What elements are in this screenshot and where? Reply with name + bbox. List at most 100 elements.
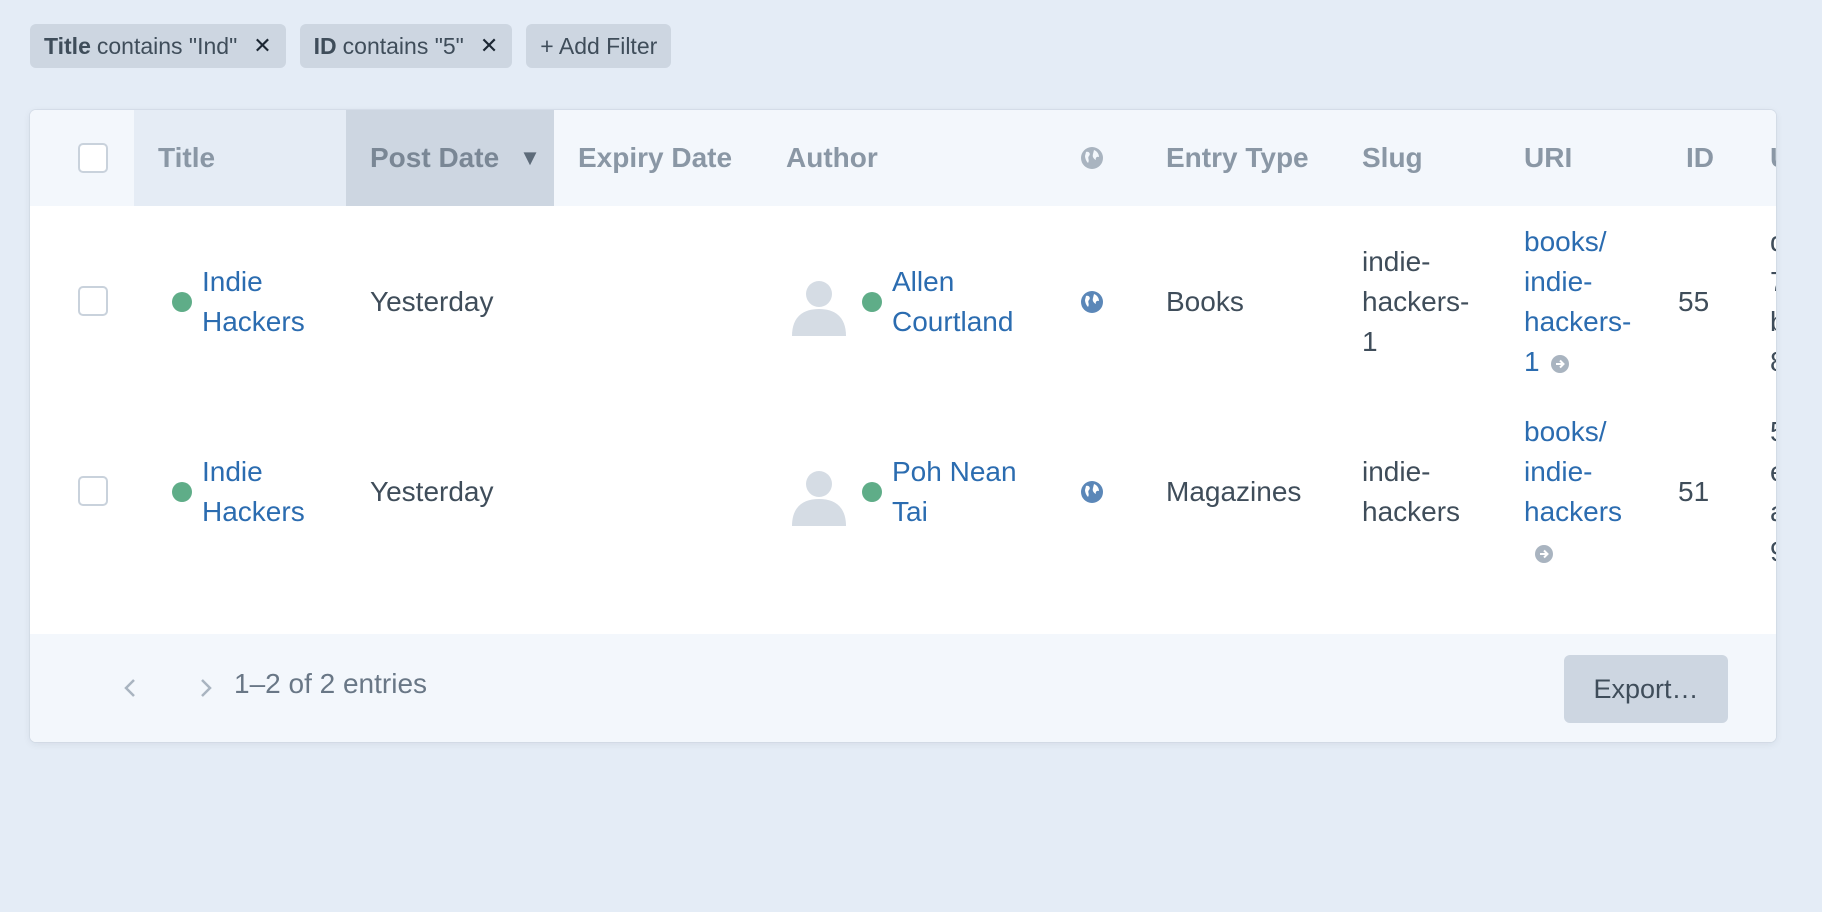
uid-text: 59 (1770, 412, 1776, 452)
entry-title-link[interactable]: Indie Hackers (202, 452, 305, 532)
column-label: Author (786, 142, 878, 173)
author-link[interactable]: Poh Nean Tai (892, 452, 1017, 532)
post-date-cell: Yesterday (370, 476, 494, 507)
previous-page-button[interactable] (110, 664, 150, 712)
uri-link[interactable]: books/ indie- hackers (1524, 412, 1622, 572)
table-row[interactable]: Indie Hackers Yesterday Allen Courtland … (30, 206, 1776, 396)
uri-go-line (1524, 532, 1622, 572)
title-text: Indie (202, 266, 263, 297)
remove-filter-icon[interactable]: ✕ (480, 33, 498, 59)
row-checkbox[interactable] (78, 286, 108, 316)
author-link[interactable]: Allen Courtland (892, 262, 1013, 342)
uid-text: 70 (1770, 262, 1776, 302)
post-date-cell: Yesterday (370, 286, 494, 317)
filter-chip-title[interactable]: Title contains "Ind" ✕ (30, 24, 286, 68)
column-label: Slug (1362, 142, 1423, 173)
slug-cell: indie- hackers- 1 (1362, 242, 1469, 362)
uid-text: 9e (1770, 532, 1776, 572)
author-name: Tai (892, 496, 928, 527)
column-header-entry-type[interactable]: Entry Type (1142, 110, 1338, 206)
author-status-icon (862, 482, 882, 502)
table-footer: 1–2 of 2 entries Export… (30, 634, 1776, 742)
status-live-icon (172, 482, 192, 502)
title-text: Indie (202, 456, 263, 487)
column-header-id[interactable]: ID (1662, 110, 1746, 206)
uri-text: indie- (1524, 266, 1593, 297)
uid-cell: de 70 b3 8f (1770, 222, 1776, 382)
slug-text: 1 (1362, 326, 1378, 357)
avatar-placeholder-icon (792, 471, 846, 526)
filter-chip-id[interactable]: ID contains "5" ✕ (299, 24, 513, 68)
column-header-site[interactable] (1032, 110, 1142, 206)
uri-text: books/ (1524, 226, 1607, 257)
filter-condition: contains "5" (342, 32, 464, 59)
author-name: Courtland (892, 306, 1014, 337)
column-header-uri[interactable]: URI (1500, 110, 1662, 206)
uid-text: b3 (1770, 302, 1776, 342)
uri-text-last: 1 (1524, 342, 1631, 382)
column-label: URI (1524, 142, 1573, 173)
entries-table: Title Post Date ▼ Expiry Date Author Ent… (30, 110, 1776, 634)
select-all-checkbox[interactable] (78, 143, 108, 173)
author-name: Poh Nean (892, 456, 1017, 487)
status-live-icon (172, 292, 192, 312)
filter-condition: contains "Ind" (96, 32, 238, 59)
globe-icon (1081, 481, 1103, 503)
globe-icon (1081, 291, 1103, 313)
uid-text: e4 (1770, 452, 1776, 492)
table-row[interactable]: Indie Hackers Yesterday Poh Nean Tai Mag… (30, 396, 1776, 586)
column-label: ID (1686, 142, 1714, 173)
id-cell: 55 (1678, 286, 1710, 317)
slug-text: indie- (1362, 456, 1431, 487)
uid-text: ac (1770, 492, 1776, 532)
uri-text: hackers- (1524, 306, 1632, 337)
column-label: U (1770, 142, 1776, 174)
uid-text: de (1770, 222, 1776, 262)
entry-title-link[interactable]: Indie Hackers (202, 262, 305, 342)
chevron-left-icon (124, 679, 135, 697)
add-filter-button[interactable]: + Add Filter (526, 24, 672, 68)
column-header-title[interactable]: Title (134, 110, 346, 206)
table-header: Title Post Date ▼ Expiry Date Author Ent… (30, 110, 1776, 206)
entries-panel: Title Post Date ▼ Expiry Date Author Ent… (30, 110, 1776, 742)
uri-link[interactable]: books/ indie- hackers- 1 (1524, 222, 1631, 382)
uid-text: 8f (1770, 342, 1776, 382)
uri-text: 1 (1524, 346, 1540, 377)
column-label: Title (158, 142, 216, 173)
column-label: Post Date (370, 142, 500, 173)
go-arrow-icon[interactable] (1550, 354, 1570, 374)
uri-text: hackers (1524, 496, 1623, 527)
filter-bar: Title contains "Ind" ✕ ID contains "5" ✕… (30, 24, 672, 68)
sort-desc-icon: ▼ (519, 145, 541, 170)
slug-text: hackers (1362, 496, 1461, 527)
remove-filter-icon[interactable]: ✕ (253, 33, 271, 59)
column-label: Entry Type (1166, 142, 1309, 173)
filter-field: Title (44, 32, 91, 59)
slug-cell: indie- hackers (1362, 452, 1460, 532)
title-text: Hackers (202, 306, 305, 337)
column-header-uid[interactable]: U (1746, 110, 1776, 206)
next-page-button[interactable] (186, 664, 226, 712)
column-label: Expiry Date (578, 142, 733, 173)
author-name: Allen (892, 266, 955, 297)
uid-cell: 59 e4 ac 9e (1770, 412, 1776, 572)
id-cell: 51 (1678, 476, 1710, 507)
column-header-author[interactable]: Author (762, 110, 1032, 206)
go-arrow-icon[interactable] (1534, 544, 1554, 564)
uri-text: books/ (1524, 416, 1607, 447)
author-status-icon (862, 292, 882, 312)
row-checkbox[interactable] (78, 476, 108, 506)
column-header-slug[interactable]: Slug (1338, 110, 1500, 206)
slug-text: hackers- (1362, 286, 1470, 317)
title-text: Hackers (202, 496, 305, 527)
export-button[interactable]: Export… (1564, 655, 1728, 723)
column-header-expiry-date[interactable]: Expiry Date (554, 110, 762, 206)
entry-type-cell: Magazines (1166, 476, 1302, 507)
uri-text: indie- (1524, 456, 1593, 487)
column-header-post-date[interactable]: Post Date ▼ (346, 110, 554, 206)
avatar-placeholder-icon (792, 281, 846, 336)
entry-type-cell: Books (1166, 286, 1244, 317)
globe-icon (1081, 147, 1103, 169)
filter-field: ID (313, 32, 337, 59)
chevron-right-icon (201, 679, 212, 697)
